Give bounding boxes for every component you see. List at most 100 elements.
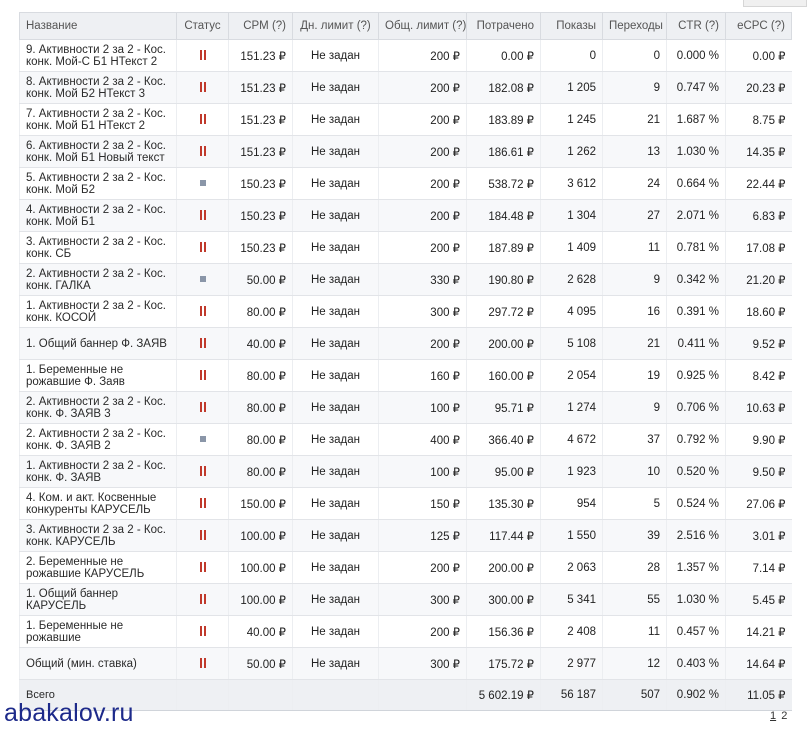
cell-name[interactable]: 1. Беременные не рожавшие Ф. Заяв	[19, 359, 177, 392]
cell-daily-limit: Не задан	[292, 359, 379, 392]
table-row[interactable]: 7. Активности 2 за 2 - Кос. конк. Мой Б1…	[19, 103, 792, 136]
stop-icon[interactable]	[199, 436, 206, 443]
table-row[interactable]: 2. Активности 2 за 2 - Кос. конк. Ф. ЗАЯ…	[19, 423, 792, 456]
table-row[interactable]: 4. Активности 2 за 2 - Кос. конк. Мой Б1…	[19, 199, 792, 232]
cell-name[interactable]: 8. Активности 2 за 2 - Кос. конк. Мой Б2…	[19, 71, 177, 104]
cell-ecpc: 6.83 ₽	[725, 199, 792, 232]
totals-ctr: 0.902 %	[666, 679, 726, 711]
table-row[interactable]: 1. Общий баннер Ф. ЗАЯВ 40.00 ₽ Не задан 20…	[19, 327, 792, 360]
pause-icon[interactable]	[199, 530, 207, 541]
col-header-spent[interactable]: Потрачено	[466, 12, 541, 40]
status-cell	[176, 199, 229, 232]
table-row[interactable]: 1. Беременные не рожавшие 40.00 ₽ Не задан…	[19, 615, 792, 648]
cell-name[interactable]: 4. Активности 2 за 2 - Кос. конк. Мой Б1	[19, 199, 177, 232]
cell-ecpc: 14.64 ₽	[725, 647, 792, 680]
cell-name[interactable]: 4. Ком. и акт. Косвенные конкуренты КАРУ…	[19, 487, 177, 520]
pause-icon[interactable]	[199, 306, 207, 317]
cell-name[interactable]: 2. Активности 2 за 2 - Кос. конк. Ф. ЗАЯ…	[19, 391, 177, 424]
cell-ctr: 0.000 %	[666, 39, 726, 72]
cell-total-limit: 200 ₽	[378, 103, 467, 136]
cell-cpm: 100.00 ₽	[228, 583, 293, 616]
cell-name[interactable]: 2. Активности 2 за 2 - Кос. конк. ГАЛКА	[19, 263, 177, 296]
table-row[interactable]: 9. Активности 2 за 2 - Кос. конк. Мой-С …	[19, 39, 792, 72]
cell-impressions: 1 550	[540, 519, 603, 552]
table-row[interactable]: 8. Активности 2 за 2 - Кос. конк. Мой Б2…	[19, 71, 792, 104]
cell-impressions: 1 409	[540, 231, 603, 264]
cell-impressions: 954	[540, 487, 603, 520]
col-header-cpm[interactable]: CPM (?)	[228, 12, 293, 40]
cell-ecpc: 5.45 ₽	[725, 583, 792, 616]
cell-spent: 135.30 ₽	[466, 487, 541, 520]
cell-clicks: 19	[602, 359, 667, 392]
pause-icon[interactable]	[199, 466, 207, 477]
table-row[interactable]: 4. Ком. и акт. Косвенные конкуренты КАРУ…	[19, 487, 792, 520]
cell-impressions: 2 054	[540, 359, 603, 392]
cell-name[interactable]: 6. Активности 2 за 2 - Кос. конк. Мой Б1…	[19, 135, 177, 168]
stop-icon[interactable]	[199, 180, 206, 187]
table-row[interactable]: 5. Активности 2 за 2 - Кос. конк. Мой Б2…	[19, 167, 792, 200]
pause-icon[interactable]	[199, 242, 207, 253]
cell-name[interactable]: Общий (мин. ставка)	[19, 647, 177, 680]
col-header-impressions[interactable]: Показы	[540, 12, 603, 40]
pause-icon[interactable]	[199, 210, 207, 221]
table-row[interactable]: Общий (мин. ставка) 50.00 ₽ Не задан 300 ₽1…	[19, 647, 792, 680]
table-row[interactable]: 3. Активности 2 за 2 - Кос. конк. СБ 150.…	[19, 231, 792, 264]
cell-ecpc: 9.50 ₽	[725, 455, 792, 488]
table-row[interactable]: 2. Активности 2 за 2 - Кос. конк. Ф. ЗАЯ…	[19, 391, 792, 424]
pause-icon[interactable]	[199, 370, 207, 381]
cell-total-limit: 200 ₽	[378, 231, 467, 264]
status-cell	[176, 615, 229, 648]
table-row[interactable]: 2. Беременные не рожавшие КАРУСЕЛЬ 100.00…	[19, 551, 792, 584]
cell-name[interactable]: 1. Общий баннер Ф. ЗАЯВ	[19, 327, 177, 360]
cell-name[interactable]: 7. Активности 2 за 2 - Кос. конк. Мой Б1…	[19, 103, 177, 136]
col-header-status[interactable]: Статус	[176, 12, 229, 40]
pause-icon[interactable]	[199, 562, 207, 573]
table-row[interactable]: 3. Активности 2 за 2 - Кос. конк. КАРУСЕ…	[19, 519, 792, 552]
cell-name[interactable]: 2. Беременные не рожавшие КАРУСЕЛЬ	[19, 551, 177, 584]
pause-icon[interactable]	[199, 114, 207, 125]
col-header-ecpc[interactable]: eCPC (?)	[725, 12, 792, 40]
table-row[interactable]: 1. Активности 2 за 2 - Кос. конк. КОСОЙ 8…	[19, 295, 792, 328]
cell-cpm: 80.00 ₽	[228, 359, 293, 392]
table-row[interactable]: 6. Активности 2 за 2 - Кос. конк. Мой Б1…	[19, 135, 792, 168]
cell-total-limit: 200 ₽	[378, 199, 467, 232]
cell-name[interactable]: 1. Активности 2 за 2 - Кос. конк. Ф. ЗАЯ…	[19, 455, 177, 488]
cell-total-limit: 150 ₽	[378, 487, 467, 520]
cell-name[interactable]: 3. Активности 2 за 2 - Кос. конк. СБ	[19, 231, 177, 264]
pause-icon[interactable]	[199, 594, 207, 605]
cell-impressions: 4 095	[540, 295, 603, 328]
table-row[interactable]: 2. Активности 2 за 2 - Кос. конк. ГАЛКА 5…	[19, 263, 792, 296]
pause-icon[interactable]	[199, 498, 207, 509]
col-header-name[interactable]: Название	[19, 12, 177, 40]
pause-icon[interactable]	[199, 626, 207, 637]
col-header-clicks[interactable]: Переходы	[602, 12, 667, 40]
status-cell	[176, 647, 229, 680]
cell-daily-limit: Не задан	[292, 615, 379, 648]
pause-icon[interactable]	[199, 402, 207, 413]
status-cell	[176, 327, 229, 360]
cell-name[interactable]: 1. Общий баннер КАРУСЕЛЬ	[19, 583, 177, 616]
cell-name[interactable]: 9. Активности 2 за 2 - Кос. конк. Мой-С …	[19, 39, 177, 72]
table-row[interactable]: 1. Активности 2 за 2 - Кос. конк. Ф. ЗАЯ…	[19, 455, 792, 488]
stop-icon[interactable]	[199, 276, 206, 283]
pause-icon[interactable]	[199, 658, 207, 669]
table-row[interactable]: 1. Общий баннер КАРУСЕЛЬ 100.00 ₽ Не задан…	[19, 583, 792, 616]
col-header-ctr[interactable]: CTR (?)	[666, 12, 726, 40]
col-header-daily-limit[interactable]: Дн. лимит (?)	[292, 12, 379, 40]
cell-daily-limit: Не задан	[292, 519, 379, 552]
totals-empty-total-limit	[378, 679, 467, 711]
cell-name[interactable]: 1. Беременные не рожавшие	[19, 615, 177, 648]
page-link-1[interactable]: 1	[770, 710, 776, 722]
table-row[interactable]: 1. Беременные не рожавшие Ф. Заяв 80.00 ₽…	[19, 359, 792, 392]
cell-spent: 95.71 ₽	[466, 391, 541, 424]
cell-name[interactable]: 2. Активности 2 за 2 - Кос. конк. Ф. ЗАЯ…	[19, 423, 177, 456]
cell-name[interactable]: 3. Активности 2 за 2 - Кос. конк. КАРУСЕ…	[19, 519, 177, 552]
cell-name[interactable]: 1. Активности 2 за 2 - Кос. конк. КОСОЙ	[19, 295, 177, 328]
pause-icon[interactable]	[199, 82, 207, 93]
pause-icon[interactable]	[199, 146, 207, 157]
pause-icon[interactable]	[199, 338, 207, 349]
cell-name[interactable]: 5. Активности 2 за 2 - Кос. конк. Мой Б2	[19, 167, 177, 200]
col-header-total-limit[interactable]: Общ. лимит (?)	[378, 12, 467, 40]
pause-icon[interactable]	[199, 50, 207, 61]
page-link-2[interactable]: 2	[781, 710, 787, 722]
